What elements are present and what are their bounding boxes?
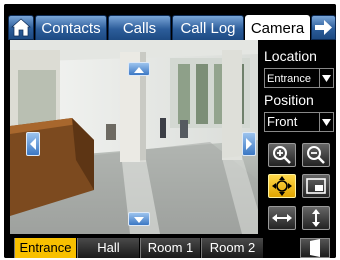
location-value: Entrance [267,73,312,85]
pan-left-button[interactable] [26,132,40,156]
pan-right-button[interactable] [242,132,256,156]
arrow-right-icon [315,20,332,35]
bottom-tab-bar: Entrance Hall Room 1 Room 2 [4,236,336,258]
tab-call-log[interactable]: Call Log [172,15,244,40]
camera-view[interactable] [10,40,258,234]
door-button[interactable] [300,238,330,258]
tab-room-1[interactable]: Room 1 [140,238,200,258]
position-value: Front [267,114,298,129]
chevron-down-icon [322,75,331,82]
location-select[interactable]: Entrance [264,68,334,88]
door-icon [310,239,320,257]
tab-hall[interactable]: Hall [77,238,139,258]
home-icon [11,18,31,37]
camera-app-window: Contacts Calls Call Log Camera Location … [4,4,336,258]
location-label: Location [264,48,317,64]
home-button[interactable] [8,15,34,40]
tab-contacts[interactable]: Contacts [35,15,107,40]
pan-up-button[interactable] [128,62,150,76]
position-dropdown-arrow[interactable] [319,113,333,131]
location-dropdown-arrow[interactable] [319,69,333,87]
fullscreen-icon [306,178,326,194]
control-panel: Location Entrance Position Front [262,40,336,234]
zoom-in-icon [273,146,291,164]
zoom-out-icon [307,146,325,164]
horizontal-icon [272,214,292,222]
position-select[interactable]: Front [264,112,334,132]
tab-room-2[interactable]: Room 2 [201,238,263,258]
arrow-up-icon [134,67,144,73]
next-tab-button[interactable] [311,15,336,40]
vertical-icon [312,209,320,227]
tab-entrance[interactable]: Entrance [14,238,76,258]
fullscreen-button[interactable] [302,174,330,198]
tab-calls[interactable]: Calls [108,15,171,40]
zoom-in-button[interactable] [268,143,296,167]
tab-camera[interactable]: Camera [245,15,310,40]
arrow-down-icon [134,217,144,223]
chevron-down-icon [322,119,331,126]
flip-vertical-button[interactable] [302,206,330,230]
top-tab-bar: Contacts Calls Call Log Camera [4,4,336,40]
pan-down-button[interactable] [128,212,150,226]
arrow-right-icon [246,138,252,150]
zoom-out-button[interactable] [302,143,330,167]
position-label: Position [264,92,314,108]
flip-horizontal-button[interactable] [268,206,296,230]
pan-mode-button[interactable] [268,174,296,198]
arrow-left-icon [30,138,36,150]
pan-mode-icon [272,176,292,196]
